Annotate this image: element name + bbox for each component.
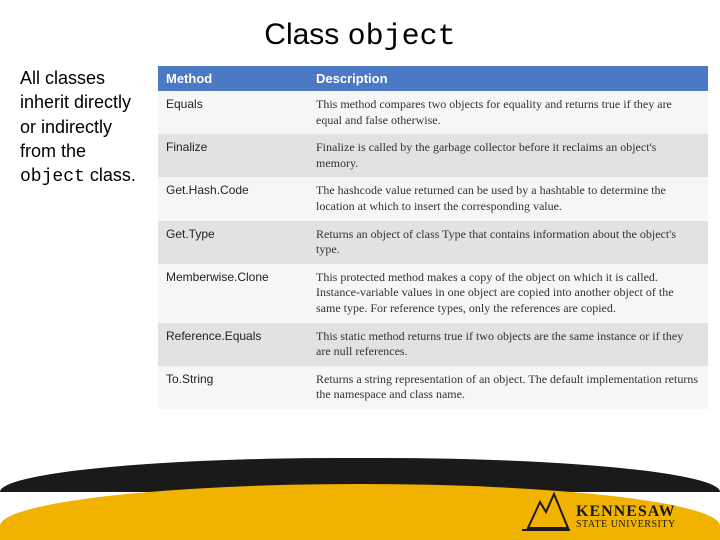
desc-cell: This protected method makes a copy of th…	[308, 264, 708, 323]
desc-cell: Returns an object of class Type that con…	[308, 221, 708, 264]
title-prefix: Class	[264, 18, 347, 51]
table-row: Get.Hash.CodeThe hashcode value returned…	[158, 177, 708, 220]
table-row: Reference.EqualsThis static method retur…	[158, 323, 708, 366]
method-cell: Get.Type	[158, 221, 308, 264]
desc-cell: Finalize is called by the garbage collec…	[308, 134, 708, 177]
table-row: EqualsThis method compares two objects f…	[158, 91, 708, 134]
title-mono: object	[348, 20, 456, 54]
methods-table-wrap: Method Description EqualsThis method com…	[158, 66, 708, 409]
table-header-row: Method Description	[158, 66, 708, 91]
sidebar-text: All classes inherit directly or indirect…	[20, 66, 140, 409]
university-logo: KENNESAW STATE UNIVERSITY	[522, 476, 702, 534]
logo-line2: STATE UNIVERSITY	[576, 520, 676, 530]
footer: KENNESAW STATE UNIVERSITY	[0, 455, 720, 540]
desc-cell: The hashcode value returned can be used …	[308, 177, 708, 220]
sidebar-pre: All classes inherit directly or indirect…	[20, 68, 131, 161]
sidebar-mono: object	[20, 167, 85, 187]
desc-cell: This static method returns true if two o…	[308, 323, 708, 366]
desc-cell: This method compares two objects for equ…	[308, 91, 708, 134]
method-cell: To.String	[158, 366, 308, 409]
method-cell: Reference.Equals	[158, 323, 308, 366]
method-cell: Finalize	[158, 134, 308, 177]
content-area: All classes inherit directly or indirect…	[0, 66, 720, 409]
sidebar-post: class.	[85, 165, 136, 185]
table-row: Get.TypeReturns an object of class Type …	[158, 221, 708, 264]
logo-line1: KENNESAW	[576, 504, 676, 520]
method-cell: Get.Hash.Code	[158, 177, 308, 220]
desc-cell: Returns a string representation of an ob…	[308, 366, 708, 409]
table-row: To.StringReturns a string representation…	[158, 366, 708, 409]
table-row: Memberwise.CloneThis protected method ma…	[158, 264, 708, 323]
col-desc: Description	[308, 66, 708, 91]
col-method: Method	[158, 66, 308, 91]
mountain-icon	[522, 488, 570, 534]
table-row: FinalizeFinalize is called by the garbag…	[158, 134, 708, 177]
slide-title: Class object	[0, 0, 720, 66]
method-cell: Equals	[158, 91, 308, 134]
methods-table: Method Description EqualsThis method com…	[158, 66, 708, 409]
logo-text: KENNESAW STATE UNIVERSITY	[576, 504, 676, 534]
method-cell: Memberwise.Clone	[158, 264, 308, 323]
